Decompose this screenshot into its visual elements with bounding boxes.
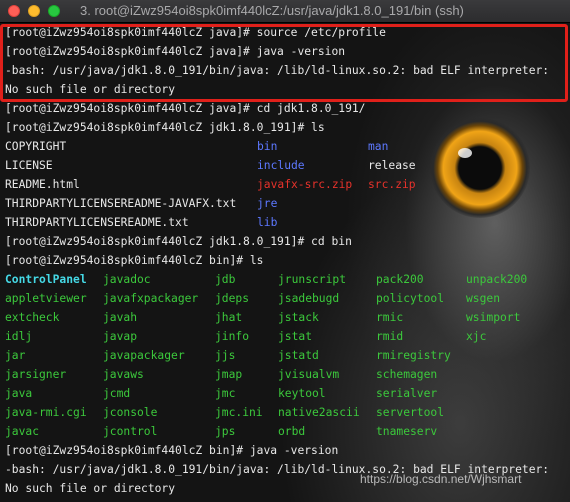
file-entry: release xyxy=(368,159,416,172)
file-entry: javafxpackager xyxy=(103,292,199,305)
file-entry: javap xyxy=(103,330,138,343)
file-entry: appletviewer xyxy=(5,292,87,305)
listing-row: java jcmd jmc keytool serialver xyxy=(5,384,570,403)
file-entry: java-rmi.cgi xyxy=(5,406,87,419)
file-entry: LICENSE xyxy=(5,159,53,172)
file-entry: ControlPanel xyxy=(5,273,87,286)
listing-row: THIRDPARTYLICENSEREADME-JAVAFX.txt jre xyxy=(5,194,570,213)
file-entry: java xyxy=(5,387,33,400)
file-entry: jstatd xyxy=(278,349,319,362)
file-entry: pack200 xyxy=(376,273,424,286)
zoom-window-icon[interactable] xyxy=(48,5,60,17)
file-entry: keytool xyxy=(278,387,326,400)
file-entry: jjs xyxy=(215,349,236,362)
listing-row: jarsigner javaws jmap jvisualvm schemagen xyxy=(5,365,570,384)
file-entry: man xyxy=(368,140,389,153)
file-entry: idlj xyxy=(5,330,33,343)
file-entry: javadoc xyxy=(103,273,151,286)
file-entry: javaws xyxy=(103,368,144,381)
file-entry: jrunscript xyxy=(278,273,347,286)
file-entry: jcontrol xyxy=(103,425,158,438)
file-entry: wsgen xyxy=(466,292,501,305)
file-entry: THIRDPARTYLICENSEREADME-JAVAFX.txt xyxy=(5,197,237,210)
file-entry: jsadebugd xyxy=(278,292,340,305)
file-entry: jconsole xyxy=(103,406,158,419)
listing-row: THIRDPARTYLICENSEREADME.txt lib xyxy=(5,213,570,232)
file-entry: lib xyxy=(257,216,278,229)
file-entry: README.html xyxy=(5,178,80,191)
file-entry: jps xyxy=(215,425,236,438)
file-entry: servertool xyxy=(376,406,445,419)
file-entry: COPYRIGHT xyxy=(5,140,67,153)
file-entry: jarsigner xyxy=(5,368,67,381)
file-entry: javac xyxy=(5,425,40,438)
file-entry: xjc xyxy=(466,330,487,343)
listing-row: extcheck javah jhat jstack rmic wsimport xyxy=(5,308,570,327)
listing-row: COPYRIGHT bin man xyxy=(5,137,570,156)
listing-row: javac jcontrol jps orbd tnameserv xyxy=(5,422,570,441)
error-line: No such file or directory xyxy=(5,482,176,495)
prompt-line: [root@iZwz954oi8spk0imf440lcZ bin]# ls xyxy=(5,254,264,267)
file-entry: native2ascii xyxy=(278,406,360,419)
file-entry: jdb xyxy=(215,273,236,286)
file-entry: jre xyxy=(257,197,278,210)
error-highlight-box xyxy=(0,24,568,102)
listing-row: appletviewer javafxpackager jdeps jsadebugd… xyxy=(5,289,570,308)
window-title: 3. root@iZwz954oi8spk0imf440lcZ:/usr/jav… xyxy=(80,3,464,18)
title-bar[interactable]: 3. root@iZwz954oi8spk0imf440lcZ:/usr/jav… xyxy=(0,0,570,23)
file-entry: rmid xyxy=(376,330,404,343)
listing-row: README.html javafx-src.zip src.zip xyxy=(5,175,570,194)
close-window-icon[interactable] xyxy=(8,5,20,17)
listing-row: jar javapackager jjs jstatd rmiregistry xyxy=(5,346,570,365)
listing-row: LICENSE include release xyxy=(5,156,570,175)
file-entry: wsimport xyxy=(466,311,521,324)
terminal-window: 3. root@iZwz954oi8spk0imf440lcZ:/usr/jav… xyxy=(0,0,570,502)
file-entry: rmiregistry xyxy=(376,349,451,362)
file-entry: jhat xyxy=(215,311,243,324)
csdn-watermark: https://blog.csdn.net/Wjhsmart xyxy=(360,472,522,486)
file-entry: THIRDPARTYLICENSEREADME.txt xyxy=(5,216,189,229)
minimize-window-icon[interactable] xyxy=(28,5,40,17)
file-entry: serialver xyxy=(376,387,438,400)
listing-row: idlj javap jinfo jstat rmid xjc xyxy=(5,327,570,346)
file-entry: include xyxy=(257,159,305,172)
file-entry: src.zip xyxy=(368,178,416,191)
file-entry: extcheck xyxy=(5,311,60,324)
file-entry: tnameserv xyxy=(376,425,438,438)
file-entry: jmap xyxy=(215,368,243,381)
file-entry: rmic xyxy=(376,311,404,324)
prompt-line: [root@iZwz954oi8spk0imf440lcZ jdk1.8.0_1… xyxy=(5,235,352,248)
file-entry: policytool xyxy=(376,292,445,305)
prompt-line: [root@iZwz954oi8spk0imf440lcZ jdk1.8.0_1… xyxy=(5,121,325,134)
file-entry: jar xyxy=(5,349,26,362)
file-entry: schemagen xyxy=(376,368,438,381)
file-entry: jvisualvm xyxy=(278,368,340,381)
file-entry: javapackager xyxy=(103,349,185,362)
file-entry: jdeps xyxy=(215,292,250,305)
file-entry: unpack200 xyxy=(466,273,528,286)
file-entry: jinfo xyxy=(215,330,250,343)
prompt-line: [root@iZwz954oi8spk0imf440lcZ bin]# java… xyxy=(5,444,339,457)
file-entry: javah xyxy=(103,311,138,324)
file-entry: orbd xyxy=(278,425,306,438)
file-entry: jmc.ini xyxy=(215,406,263,419)
listing-row: ControlPanel javadoc jdb jrunscript pack200 u… xyxy=(5,270,570,289)
listing-row: java-rmi.cgi jconsole jmc.ini native2ascii s… xyxy=(5,403,570,422)
file-entry: bin xyxy=(257,140,278,153)
file-entry: jstat xyxy=(278,330,313,343)
file-entry: jcmd xyxy=(103,387,131,400)
file-entry: jmc xyxy=(215,387,236,400)
file-entry: javafx-src.zip xyxy=(257,178,353,191)
file-entry: jstack xyxy=(278,311,319,324)
